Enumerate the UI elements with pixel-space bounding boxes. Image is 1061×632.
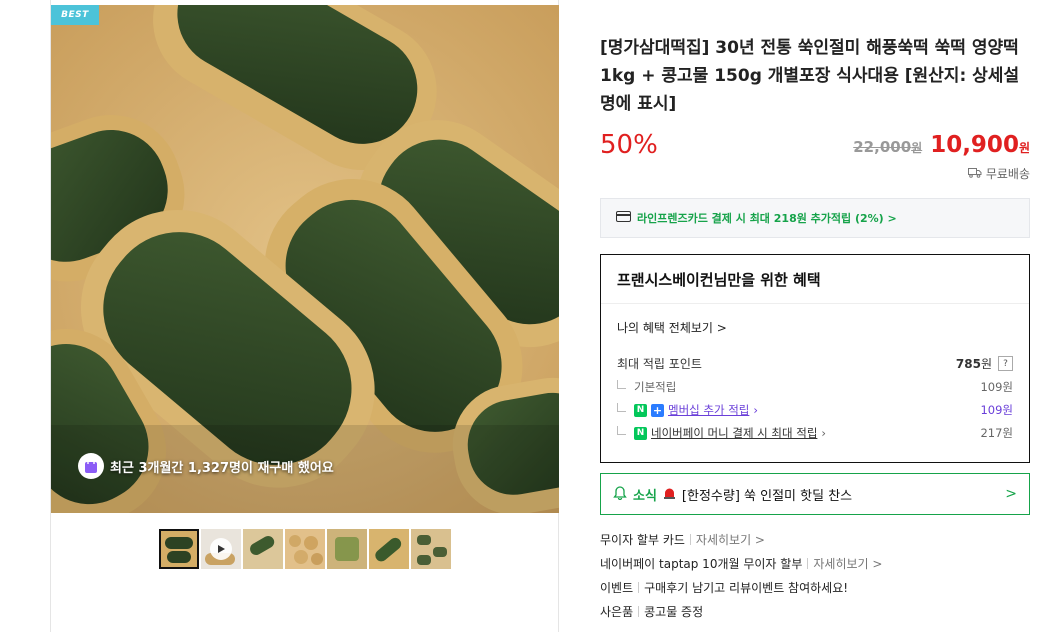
max-points-value: 785 — [955, 356, 981, 371]
max-points-label: 최대 적립 포인트 — [617, 357, 702, 371]
npay-points-link[interactable]: 네이버페이 머니 결제 시 최대 적립 — [651, 425, 817, 441]
npay-points-row: N 네이버페이 머니 결제 시 최대 적립 › 217원 — [617, 425, 1013, 441]
tree-line-icon — [617, 425, 626, 435]
chevron-right-icon: › — [821, 426, 827, 440]
info-row-installment: 무이자 할부 카드 자세히보기 > — [600, 531, 765, 548]
info-row-event: 이벤트 구매후기 남기고 리뷰이벤트 참여하세요! — [600, 579, 849, 596]
card-promo-text: 라인프렌즈카드 결제 시 최대 218원 추가적립 (2%) > — [637, 212, 897, 225]
shipping-text: 무료배송 — [985, 167, 1030, 181]
shopping-bag-icon — [78, 453, 104, 479]
benefit-box: 프랜시스베이컨님만을 위한 혜택 나의 혜택 전체보기 > 최대 적립 포인트 … — [600, 254, 1030, 463]
original-price: 22,000원 — [853, 138, 923, 156]
event-text[interactable]: 구매후기 남기고 리뷰이벤트 참여하세요! — [644, 579, 848, 596]
tree-line-icon — [617, 379, 626, 389]
npay-points-value: 217원 — [980, 426, 1013, 440]
repurchase-text: 최근 3개월간 1,327명이 재구매 했어요 — [110, 460, 334, 476]
sale-price: 10,900원 — [930, 132, 1030, 158]
best-badge: BEST — [51, 5, 99, 25]
membership-points-link[interactable]: 멤버십 추가 적립 — [668, 402, 749, 418]
max-points-row: 최대 적립 포인트 785 원 ? — [617, 355, 1013, 372]
plus-icon: + — [651, 403, 664, 417]
discount-rate: 50% — [600, 130, 658, 160]
thumbnail-3[interactable] — [243, 529, 283, 569]
naver-pay-icon: N — [634, 426, 647, 440]
product-gallery: BEST 최근 3개월간 1,327명이 재구매 했어요 — [50, 0, 559, 632]
info-row-gift: 사은품 콩고물 증정 — [600, 605, 704, 619]
price-row: 22,000원 10,900원 — [853, 132, 1030, 158]
naver-n-icon: N — [634, 403, 647, 417]
thumbnail-4[interactable] — [285, 529, 325, 569]
shipping-info: 무료배송 — [967, 165, 1030, 182]
thumbnail-strip — [159, 529, 451, 569]
basic-points-row: 기본적립 109원 — [617, 379, 1013, 395]
taptap-details-link[interactable]: 자세히보기 > — [813, 555, 882, 572]
benefit-title: 프랜시스베이컨님만을 위한 혜택 — [601, 255, 1029, 304]
truck-icon — [967, 167, 982, 181]
chevron-right-icon: › — [753, 403, 758, 417]
card-promo-banner[interactable]: 라인프렌즈카드 결제 시 최대 218원 추가적립 (2%) > — [600, 198, 1030, 238]
main-product-image[interactable]: BEST 최근 3개월간 1,327명이 재구매 했어요 — [51, 5, 559, 513]
thumbnail-7[interactable] — [411, 529, 451, 569]
help-icon[interactable]: ? — [998, 356, 1013, 371]
thumbnail-1[interactable] — [159, 529, 199, 569]
news-banner[interactable]: 소식 [한정수량] 쑥 인절미 핫딜 찬스 > — [600, 473, 1030, 515]
membership-points-value: 109원 — [980, 403, 1013, 417]
bell-icon — [613, 485, 627, 504]
view-all-benefits-link[interactable]: 나의 혜택 전체보기 > — [617, 319, 727, 336]
siren-icon — [663, 486, 676, 503]
thumbnail-6[interactable] — [369, 529, 409, 569]
basic-points-label: 기본적립 — [634, 380, 677, 394]
play-icon — [210, 538, 232, 560]
product-title: [명가삼대떡집] 30년 전통 쑥인절미 해풍쑥떡 쑥떡 영양떡 1kg + 콩… — [600, 38, 1020, 114]
membership-points-row: N + 멤버십 추가 적립 › 109원 — [617, 402, 1013, 418]
tree-line-icon — [617, 402, 626, 412]
info-row-taptap: 네이버페이 taptap 10개월 무이자 할부 자세히보기 > — [600, 555, 883, 572]
news-text: [한정수량] 쑥 인절미 핫딜 찬스 — [681, 488, 853, 504]
basic-points-value: 109원 — [980, 380, 1013, 394]
installment-details-link[interactable]: 자세히보기 > — [696, 531, 765, 548]
rice-cake-photo — [51, 5, 559, 513]
credit-card-icon — [616, 211, 631, 225]
chevron-right-icon: > — [1005, 486, 1017, 502]
thumbnail-video[interactable] — [201, 529, 241, 569]
thumbnail-5[interactable] — [327, 529, 367, 569]
repurchase-notice: 최근 3개월간 1,327명이 재구매 했어요 — [78, 451, 334, 481]
news-label: 소식 — [633, 488, 657, 504]
gift-text: 콩고물 증정 — [644, 605, 704, 619]
